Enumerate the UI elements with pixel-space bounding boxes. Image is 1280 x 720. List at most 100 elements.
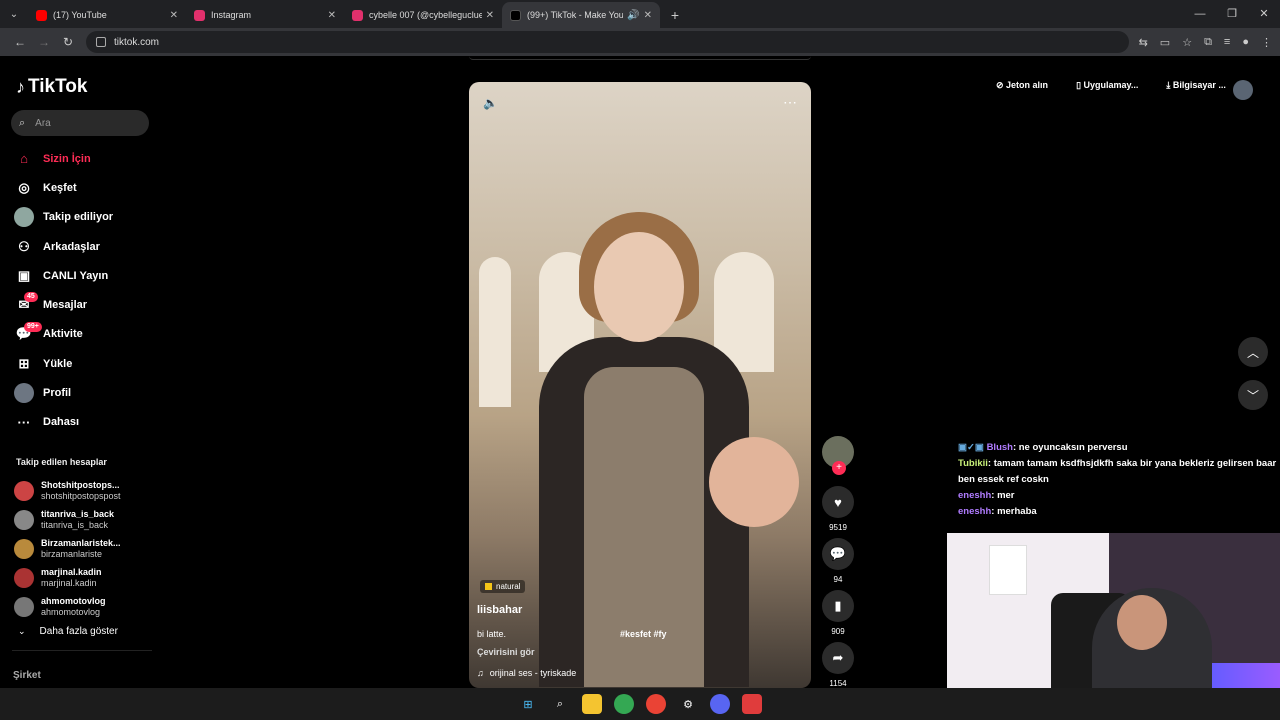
close-tab-icon[interactable]: ✕ bbox=[486, 10, 494, 21]
youtube-icon bbox=[36, 9, 47, 21]
browser-tab-instagram[interactable]: Instagram ✕ bbox=[186, 2, 344, 28]
chat-user: Tubikii bbox=[958, 458, 988, 469]
sidebar-item-for-you[interactable]: ⌂ Sizin İçin bbox=[14, 144, 154, 173]
chrome-active-icon[interactable] bbox=[646, 694, 666, 714]
video-sound[interactable]: ♫ orijinal ses - tyriskade bbox=[477, 668, 576, 678]
comment-icon: 💬 bbox=[829, 546, 847, 561]
sidebar-item-explore[interactable]: ◎ Keşfet bbox=[14, 173, 154, 202]
back-icon[interactable]: ← bbox=[8, 35, 32, 49]
bookmark-count: 909 bbox=[831, 627, 845, 636]
browser-tab-youtube[interactable]: (17) YouTube ✕ bbox=[28, 2, 186, 28]
search-input[interactable]: ⌕ Ara bbox=[11, 110, 149, 136]
more-options-icon[interactable]: ⋯ bbox=[783, 94, 797, 111]
app-label: Uygulamay... bbox=[1083, 80, 1139, 90]
browser-tab-bar: ⌄ (17) YouTube ✕ Instagram ✕ cybelle 007… bbox=[0, 0, 1280, 28]
video-tag[interactable]: natural bbox=[480, 580, 526, 593]
tab-title: cybelle 007 (@cybellegucluer) • bbox=[369, 10, 482, 20]
chat-message: eneshh: mer bbox=[958, 488, 1280, 504]
browser-tab-instagram-profile[interactable]: cybelle 007 (@cybellegucluer) • ✕ bbox=[344, 2, 502, 28]
app-icon[interactable] bbox=[742, 694, 762, 714]
chat-message: ▣✓▣ Blush: ne oyuncaksın perversu bbox=[958, 440, 1280, 456]
following-account[interactable]: Birzamanlaristek... birzamanlariste bbox=[14, 534, 154, 563]
browser-menu-icon[interactable]: ⋮ bbox=[1261, 36, 1272, 49]
search-icon: ⌕ bbox=[19, 116, 26, 129]
cast-icon[interactable]: ▭ bbox=[1160, 36, 1170, 49]
following-account[interactable]: marjinal.kadin marjinal.kadin bbox=[14, 564, 154, 593]
tag-label: natural bbox=[496, 582, 521, 591]
settings-icon[interactable]: ⚙ bbox=[678, 694, 698, 714]
next-video-button[interactable]: ﹀ bbox=[1238, 380, 1268, 410]
show-more-button[interactable]: ⌄ Daha fazla göster bbox=[18, 626, 118, 637]
reload-icon[interactable]: ↻ bbox=[56, 35, 80, 49]
share-button[interactable]: ➦ bbox=[822, 642, 854, 674]
video-player[interactable]: 🔈 ⋯ natural liisbahar bi latte. #kesfet … bbox=[469, 82, 811, 688]
following-account[interactable]: Shotshitpostops... shotshitpostopspost bbox=[14, 476, 154, 505]
see-translation-link[interactable]: Çevirisini gör bbox=[477, 647, 535, 657]
account-name: Shotshitpostops... bbox=[41, 479, 120, 490]
translate-icon[interactable]: ⇆ bbox=[1139, 36, 1148, 49]
chevron-down-icon: ⌄ bbox=[18, 626, 26, 636]
close-window-icon[interactable]: ✕ bbox=[1248, 0, 1280, 28]
chat-text: : tamam tamam ksdfhsjdkfh saka bir yana … bbox=[958, 458, 1277, 485]
minimize-icon[interactable]: — bbox=[1184, 0, 1216, 28]
profile-icon[interactable]: ● bbox=[1242, 36, 1249, 49]
volume-icon[interactable]: 🔈 bbox=[483, 96, 498, 110]
sidebar-item-following[interactable]: Takip ediliyor bbox=[14, 203, 154, 232]
sidebar-item-activity[interactable]: 💬 99+ Aktivite bbox=[14, 320, 154, 349]
tab-search-icon[interactable]: ⌄ bbox=[0, 0, 28, 28]
speaker-icon[interactable]: 🔊 bbox=[627, 10, 639, 21]
sound-label: orijinal ses - tyriskade bbox=[489, 668, 577, 678]
get-desktop-button[interactable]: ⤓ Bilgisayar ... bbox=[1166, 80, 1240, 91]
chrome-icon[interactable] bbox=[614, 694, 634, 714]
close-tab-icon[interactable]: ✕ bbox=[170, 10, 178, 21]
search-icon[interactable]: ⌕ bbox=[550, 694, 570, 714]
tab-title: (17) YouTube bbox=[53, 10, 107, 20]
video-author[interactable]: liisbahar bbox=[477, 604, 522, 616]
video-hashtags[interactable]: #kesfet #fy bbox=[620, 629, 667, 639]
account-name: titanriva_is_back bbox=[41, 508, 115, 519]
sidebar-item-messages[interactable]: ✉ 45 Mesajlar bbox=[14, 290, 154, 319]
windows-start-icon[interactable]: ⊞ bbox=[518, 694, 538, 714]
chevron-down-icon: ﹀ bbox=[1246, 388, 1259, 403]
close-tab-icon[interactable]: ✕ bbox=[644, 10, 652, 21]
profile-icon bbox=[14, 383, 34, 404]
extensions-icon[interactable]: ⧉ bbox=[1204, 36, 1212, 49]
previous-video-button[interactable]: ︿ bbox=[1238, 337, 1268, 367]
bookmark-star-icon[interactable]: ☆ bbox=[1182, 36, 1192, 49]
forward-icon[interactable]: → bbox=[32, 35, 56, 49]
new-tab-button[interactable]: + bbox=[664, 4, 686, 26]
sidebar-item-upload[interactable]: ⊞ Yükle bbox=[14, 349, 154, 378]
get-app-button[interactable]: ▯ Uygulamay... bbox=[1076, 80, 1152, 91]
media-control-icon[interactable]: ≡ bbox=[1224, 36, 1230, 49]
sidebar-item-friends[interactable]: ⚇ Arkadaşlar bbox=[14, 232, 154, 261]
get-coins-button[interactable]: ⊘ Jeton alın bbox=[996, 80, 1062, 91]
file-explorer-icon[interactable] bbox=[582, 694, 602, 714]
home-icon: ⌂ bbox=[20, 151, 28, 167]
user-avatar[interactable] bbox=[1233, 80, 1253, 100]
site-info-icon[interactable] bbox=[96, 37, 106, 47]
url-field[interactable]: tiktok.com bbox=[86, 31, 1129, 53]
sidebar-item-label: Mesajlar bbox=[43, 299, 88, 312]
tiktok-logo[interactable]: ♪ TikTok bbox=[16, 76, 87, 98]
top-right-actions: ⊘ Jeton alın ▯ Uygulamay... ⤓ Bilgisayar… bbox=[996, 80, 1254, 91]
bookmark-button[interactable]: ▮ bbox=[822, 590, 854, 622]
restore-icon[interactable]: ❐ bbox=[1216, 0, 1248, 28]
discord-icon[interactable] bbox=[710, 694, 730, 714]
sidebar-item-label: Arkadaşlar bbox=[43, 240, 100, 253]
following-account[interactable]: ahmomotovlog ahmomotovlog bbox=[14, 593, 154, 622]
company-link[interactable]: Şirket bbox=[13, 670, 41, 681]
sidebar-item-more[interactable]: ··· Dahası bbox=[14, 408, 154, 437]
creator-avatar[interactable]: + bbox=[822, 436, 854, 475]
comment-button[interactable]: 💬 bbox=[822, 538, 854, 570]
sidebar-item-label: Sizin İçin bbox=[43, 152, 91, 165]
browser-tab-tiktok[interactable]: (99+) TikTok - Make Your Da 🔊 ✕ bbox=[502, 2, 660, 28]
close-tab-icon[interactable]: ✕ bbox=[328, 10, 336, 21]
previous-video-edge bbox=[469, 56, 811, 60]
upload-icon: ⊞ bbox=[18, 355, 30, 371]
sidebar-item-profile[interactable]: Profil bbox=[14, 378, 154, 407]
following-account[interactable]: titanriva_is_back titanriva_is_back bbox=[14, 505, 154, 534]
sidebar-item-live[interactable]: ▣ CANLI Yayın bbox=[14, 261, 154, 290]
follow-plus-icon[interactable]: + bbox=[832, 461, 846, 475]
avatar bbox=[14, 509, 34, 530]
like-button[interactable]: ♥ bbox=[822, 486, 854, 518]
